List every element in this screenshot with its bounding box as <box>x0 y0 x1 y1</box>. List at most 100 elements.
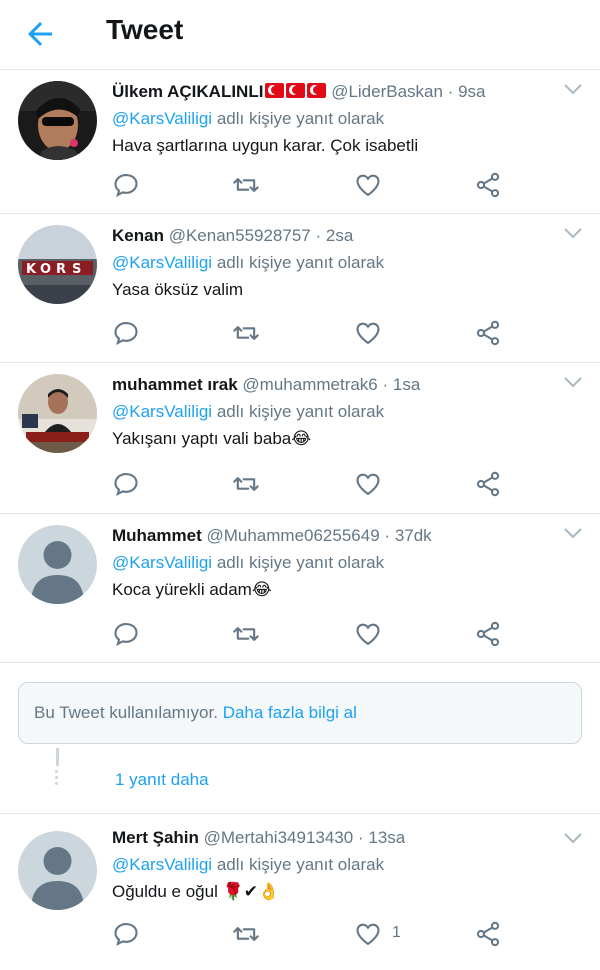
avatar[interactable] <box>18 81 97 160</box>
author-name[interactable]: Mert Şahin <box>112 828 199 847</box>
mention-link[interactable]: @KarsValiligi <box>112 553 212 572</box>
tweet-actions <box>112 319 512 349</box>
chevron-down-icon[interactable] <box>564 83 582 97</box>
svg-text:K: K <box>26 262 37 277</box>
tweet-item[interactable]: Ülkem AÇIKALINLI @LiderBaskan · 9sa @Kar… <box>0 71 600 214</box>
author-name[interactable]: Muhammet <box>112 526 202 545</box>
mention-link[interactable]: @KarsValiligi <box>112 109 212 128</box>
chevron-down-icon[interactable] <box>564 227 582 241</box>
author-name[interactable]: muhammet ırak <box>112 375 238 394</box>
svg-text:R: R <box>56 262 66 277</box>
tweet-text: Koca yürekli adam😂 <box>112 579 567 601</box>
chevron-down-icon[interactable] <box>564 376 582 390</box>
tweet-actions <box>112 171 512 201</box>
separator-dot: · <box>382 375 389 394</box>
avatar[interactable] <box>18 374 97 453</box>
author-name[interactable]: Ülkem AÇIKALINLI <box>112 82 263 101</box>
separator-dot: · <box>384 526 391 545</box>
tweet-text: Oğuldu e oğul 🌹✔👌 <box>112 881 567 903</box>
show-more-replies-link[interactable]: 1 yanıt daha <box>115 770 209 790</box>
tweet-text-content: Koca yürekli adam <box>112 580 252 599</box>
tweet-item[interactable]: Mert Şahin @Mertahi34913430 · 13sa @Kars… <box>0 814 600 970</box>
rose-check-ok-emoji-icon: 🌹✔👌 <box>222 882 280 901</box>
author-handle[interactable]: @Kenan55928757 <box>169 226 311 245</box>
mention-link[interactable]: @KarsValiligi <box>112 855 212 874</box>
tweet-actions <box>112 470 512 500</box>
timestamp[interactable]: 9sa <box>458 82 485 101</box>
back-arrow-icon[interactable] <box>22 16 58 52</box>
separator-dot: · <box>357 828 364 847</box>
turkey-flag-icon <box>286 83 306 98</box>
tweet-text: Yasa öksüz valim <box>112 279 567 301</box>
tweet-text-content: Yakışanı yaptı vali baba <box>112 429 292 448</box>
reply-context: @KarsValiligi adlı kişiye yanıt olarak <box>112 108 567 130</box>
mention-link[interactable]: @KarsValiligi <box>112 402 212 421</box>
author-name[interactable]: Kenan <box>112 226 164 245</box>
author-handle[interactable]: @muhammetrak6 <box>242 375 377 394</box>
author-handle[interactable]: @Muhamme06255649 <box>206 526 379 545</box>
author-handle[interactable]: @LiderBaskan <box>331 82 443 101</box>
timestamp[interactable]: 13sa <box>368 828 405 847</box>
reply-context-label: adlı kişiye yanıt olarak <box>216 109 385 128</box>
tweet-text: Yakışanı yaptı vali baba😂 <box>112 428 567 450</box>
tweet-text-content: Yasa öksüz valim <box>112 280 244 299</box>
learn-more-link[interactable]: Daha fazla bilgi al <box>223 703 357 722</box>
mention-link[interactable]: @KarsValiligi <box>112 253 212 272</box>
retweet-icon[interactable] <box>232 920 260 948</box>
like-icon[interactable] <box>354 171 382 199</box>
reply-context: @KarsValiligi adlı kişiye yanıt olarak <box>112 854 567 876</box>
retweet-icon[interactable] <box>232 171 260 199</box>
laughing-emoji-icon: 😂 <box>291 429 312 448</box>
tweet-item[interactable]: K O R S Kenan @Kenan55928757 · 2sa @Kars… <box>0 215 600 363</box>
reply-context-label: adlı kişiye yanıt olarak <box>216 855 385 874</box>
like-icon[interactable] <box>354 470 382 498</box>
timestamp[interactable]: 37dk <box>395 526 432 545</box>
default-avatar[interactable] <box>18 831 97 910</box>
author-handle[interactable]: @Mertahi34913430 <box>204 828 354 847</box>
chevron-down-icon[interactable] <box>564 527 582 541</box>
turkey-flag-icon <box>265 83 285 98</box>
reply-icon[interactable] <box>112 470 140 498</box>
svg-text:O: O <box>40 262 51 277</box>
like-icon[interactable] <box>354 620 382 648</box>
like-icon[interactable] <box>354 920 382 948</box>
share-icon[interactable] <box>474 620 502 648</box>
reply-icon[interactable] <box>112 620 140 648</box>
reply-context-label: adlı kişiye yanıt olarak <box>216 553 385 572</box>
reply-context: @KarsValiligi adlı kişiye yanıt olarak <box>112 552 567 574</box>
share-icon[interactable] <box>474 319 502 347</box>
thread-connector <box>56 748 59 766</box>
retweet-icon[interactable] <box>232 620 260 648</box>
tweet-item[interactable]: muhammet ırak @muhammetrak6 · 1sa @KarsV… <box>0 364 600 514</box>
reply-context: @KarsValiligi adlı kişiye yanıt olarak <box>112 401 567 423</box>
retweet-icon[interactable] <box>232 319 260 347</box>
share-icon[interactable] <box>474 470 502 498</box>
like-icon[interactable] <box>354 319 382 347</box>
share-icon[interactable] <box>474 171 502 199</box>
reply-icon[interactable] <box>112 171 140 199</box>
reply-icon[interactable] <box>112 319 140 347</box>
svg-text:S: S <box>72 262 81 277</box>
separator-dot: · <box>447 82 454 101</box>
thread-dots <box>55 770 59 788</box>
timestamp[interactable]: 2sa <box>326 226 353 245</box>
default-avatar[interactable] <box>18 525 97 604</box>
tweet-actions: 1 <box>112 920 512 950</box>
avatar[interactable]: K O R S <box>18 225 97 304</box>
tweet-text-content: Hava şartlarına uygun karar. Çok isabetl… <box>112 136 419 155</box>
reply-context-label: adlı kişiye yanıt olarak <box>216 402 385 421</box>
reply-icon[interactable] <box>112 920 140 948</box>
retweet-icon[interactable] <box>232 470 260 498</box>
tweet-actions <box>112 620 512 650</box>
tweet-text: Hava şartlarına uygun karar. Çok isabetl… <box>112 135 567 157</box>
page-title: Tweet <box>106 14 184 45</box>
like-count: 1 <box>392 924 401 941</box>
separator-dot: · <box>315 226 322 245</box>
reply-context: @KarsValiligi adlı kişiye yanıt olarak <box>112 252 567 274</box>
timestamp[interactable]: 1sa <box>393 375 420 394</box>
chevron-down-icon[interactable] <box>564 832 582 846</box>
reply-context-label: adlı kişiye yanıt olarak <box>216 253 385 272</box>
share-icon[interactable] <box>474 920 502 948</box>
tweet-item[interactable]: Muhammet @Muhamme06255649 · 37dk @KarsVa… <box>0 515 600 663</box>
unavailable-text: Bu Tweet kullanılamıyor. <box>34 703 218 722</box>
